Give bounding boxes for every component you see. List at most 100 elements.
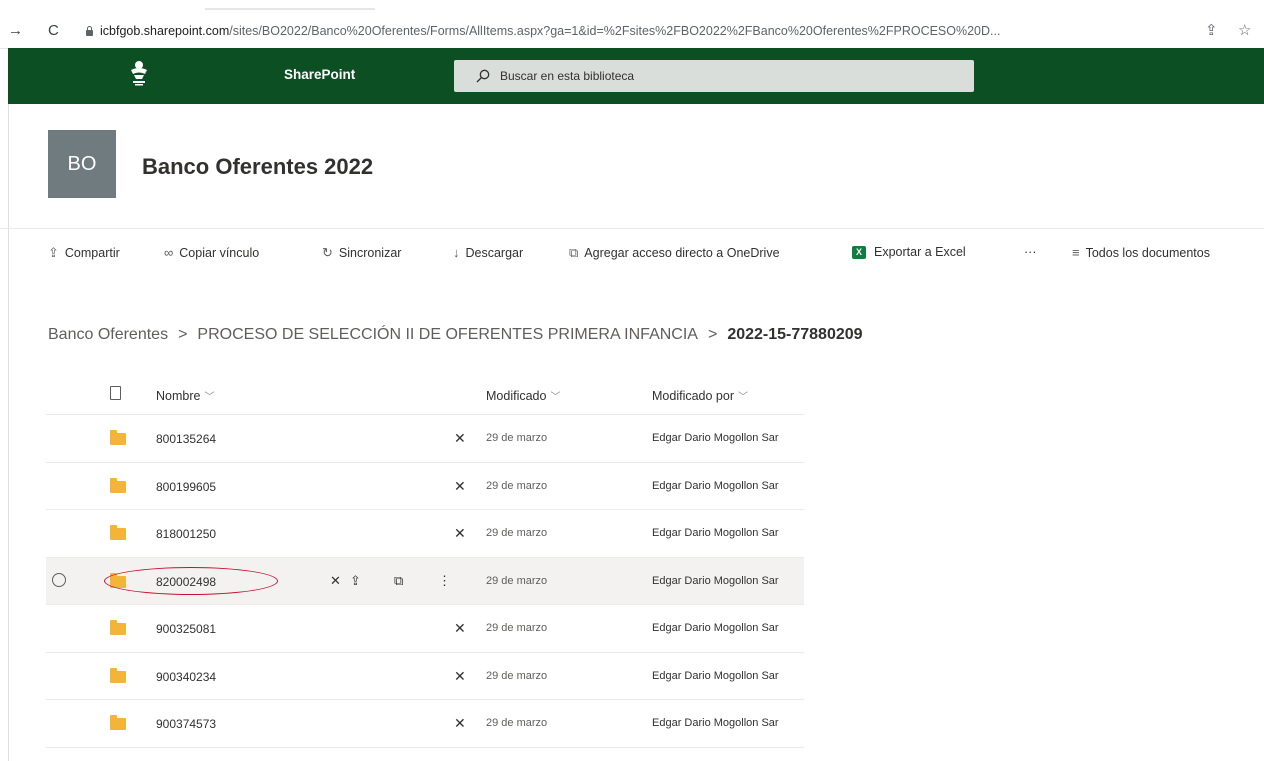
sync-button[interactable]: ↻ Sincronizar [322, 245, 401, 261]
download-label: Descargar [465, 245, 524, 260]
sync-status-icon: ✕ [454, 477, 466, 494]
row-name[interactable]: 900325081 [156, 622, 216, 636]
view-label: Todos los documentos [1085, 245, 1210, 260]
command-bar: ⇪ Compartir ∞ Copiar vínculo ↻ Sincronizar … [0, 228, 1264, 277]
table-row[interactable]: 800199605 ✕ 29 de marzo Edgar Dario Mogollo… [46, 463, 804, 510]
row-modified: 29 de marzo [486, 479, 548, 492]
column-modified-label: Modificado [486, 389, 547, 403]
shortcut-row-icon[interactable]: ⧉ [394, 573, 403, 589]
bookmark-star-icon[interactable]: ☆ [1238, 21, 1251, 39]
chevron-down-icon: ﹀ [550, 392, 561, 403]
folder-icon [110, 715, 126, 730]
copy-link-label: Copiar vínculo [179, 245, 260, 260]
sync-status-icon: ✕ [454, 667, 466, 684]
row-modified-by[interactable]: Edgar Dario Mogollon Sar [652, 527, 779, 539]
row-modified: 29 de marzo [486, 622, 548, 634]
organization-logo-icon[interactable] [128, 60, 150, 86]
lock-icon [85, 26, 94, 36]
folder-icon [110, 667, 126, 683]
sync-status-icon: ✕ [454, 620, 466, 636]
row-name[interactable]: 800135264 [156, 432, 216, 446]
row-name[interactable]: 900374573 [156, 717, 216, 731]
copy-link-button[interactable]: ∞ Copiar vínculo [164, 245, 259, 260]
column-modified-by-label: Modificado por [652, 389, 734, 403]
url-host: icbfgob.sharepoint.com [100, 24, 230, 38]
row-modified: 29 de marzo [486, 574, 548, 587]
suite-bar: SharePoint [8, 48, 1264, 104]
sync-status-icon: ✕ [454, 525, 466, 541]
add-shortcut-button[interactable]: ⧉ Agregar acceso directo a OneDrive [569, 245, 780, 261]
breadcrumb-folder[interactable]: PROCESO DE SELECCIÓN II DE OFERENTES PRI… [197, 326, 698, 344]
folder-icon [110, 620, 126, 635]
more-actions-icon[interactable]: ⋮ [438, 573, 451, 589]
share-page-icon[interactable]: ⇪ [1205, 21, 1218, 39]
shortcut-icon: ⧉ [569, 245, 579, 260]
site-logo[interactable]: BO [48, 130, 116, 198]
browser-toolbar: → C icbfgob.sharepoint.com/sites/BO2022/… [0, 0, 1264, 49]
share-icon: ⇪ [48, 245, 59, 260]
breadcrumb-current: 2022-15-77880209 [727, 326, 863, 343]
row-modified: 29 de marzo [486, 432, 548, 444]
add-shortcut-label: Agregar acceso directo a OneDrive [584, 246, 780, 260]
column-header-modified-by[interactable]: Modificado por ﹀ [652, 388, 748, 403]
table-row[interactable]: 900374573 ✕ 29 de marzo Edgar Dario Mogollo… [46, 700, 804, 748]
table-row[interactable]: 818001250 ✕ 29 de marzo Edgar Dario Mogollo… [46, 510, 804, 558]
view-switcher[interactable]: ≡ Todos los documentos [1072, 245, 1210, 260]
folder-icon [110, 477, 126, 493]
row-modified-by[interactable]: Edgar Dario Mogollon Sar [652, 432, 779, 444]
file-type-icon[interactable] [110, 386, 121, 400]
breadcrumb-root[interactable]: Banco Oferentes [48, 326, 168, 344]
chevron-down-icon: ﹀ [738, 392, 748, 403]
sync-status-icon: ✕ [454, 715, 466, 731]
breadcrumb: Banco Oferentes > PROCESO DE SELECCIÓN I… [48, 326, 863, 344]
breadcrumb-separator: > [178, 326, 188, 343]
share-row-icon[interactable]: ⇪ [350, 573, 361, 589]
forward-icon[interactable]: → [8, 22, 23, 39]
sync-icon: ↻ [322, 245, 333, 260]
link-icon: ∞ [164, 245, 174, 260]
app-name[interactable]: SharePoint [284, 67, 355, 82]
row-modified-by[interactable]: Edgar Dario Mogollon Sar [652, 480, 779, 492]
tab-strip [0, 0, 1264, 10]
table-row[interactable]: 820002498 ✕ ⇪ ⧉ ⋮ 29 de marzo Edgar Dario Mogo… [46, 557, 804, 605]
url-path: /sites/BO2022/Banco%20Oferentes/Forms/Al… [229, 24, 1001, 38]
row-modified-by[interactable]: Edgar Dario Mogollon Sar [652, 670, 779, 682]
column-header-modified[interactable]: Modificado ﹀ [486, 388, 560, 403]
table-row[interactable]: 800135264 ✕ 29 de marzo Edgar Dario Mogollo… [46, 415, 804, 463]
row-modified: 29 de marzo [486, 669, 548, 682]
sync-label: Sincronizar [338, 246, 402, 260]
more-label: ··· [1024, 245, 1037, 259]
sync-status-icon[interactable]: ✕ [330, 573, 341, 589]
row-name[interactable]: 800199605 [156, 480, 216, 494]
download-button[interactable]: ↓ Descargar [453, 245, 523, 260]
share-button[interactable]: ⇪ Compartir [48, 245, 120, 261]
active-tab[interactable] [205, 0, 375, 10]
list-header: Nombre ﹀ Modificado ﹀ Modificado por ﹀ [46, 368, 804, 415]
left-divider [8, 104, 9, 761]
export-excel-button[interactable]: X Exportar a Excel [852, 245, 966, 259]
row-modified: 29 de marzo [486, 527, 548, 539]
column-header-name[interactable]: Nombre ﹀ [156, 388, 214, 403]
more-commands-button[interactable]: ··· [1024, 245, 1037, 259]
row-select-radio[interactable] [52, 572, 66, 587]
table-row[interactable]: 900340234 ✕ 29 de marzo Edgar Dario Mogollo… [46, 653, 804, 700]
search-box[interactable] [454, 60, 974, 92]
site-title[interactable]: Banco Oferentes 2022 [142, 154, 373, 180]
export-excel-label: Exportar a Excel [874, 245, 966, 259]
list-rows: 800135264 ✕ 29 de marzo Edgar Dario Mogollo… [46, 415, 804, 748]
row-modified-by[interactable]: Edgar Dario Mogollon Sar [652, 622, 779, 634]
search-icon [476, 69, 490, 83]
sync-status-icon: ✕ [454, 430, 466, 446]
search-input[interactable] [498, 68, 942, 84]
row-modified-by[interactable]: Edgar Dario Mogollon Sar [652, 575, 779, 587]
row-name[interactable]: 818001250 [156, 527, 216, 541]
table-row[interactable]: 900325081 ✕ 29 de marzo Edgar Dario Mogollo… [46, 605, 804, 653]
highlight-annotation [104, 566, 278, 595]
document-list: Nombre ﹀ Modificado ﹀ Modificado por ﹀ 8001… [46, 368, 804, 748]
row-modified-by[interactable]: Edgar Dario Mogollon Sar [652, 717, 779, 729]
address-bar[interactable]: icbfgob.sharepoint.com/sites/BO2022/Banc… [85, 20, 1085, 42]
row-name[interactable]: 900340234 [156, 670, 216, 684]
download-icon: ↓ [453, 245, 460, 260]
reload-icon[interactable]: C [48, 22, 59, 39]
view-icon: ≡ [1072, 245, 1080, 260]
